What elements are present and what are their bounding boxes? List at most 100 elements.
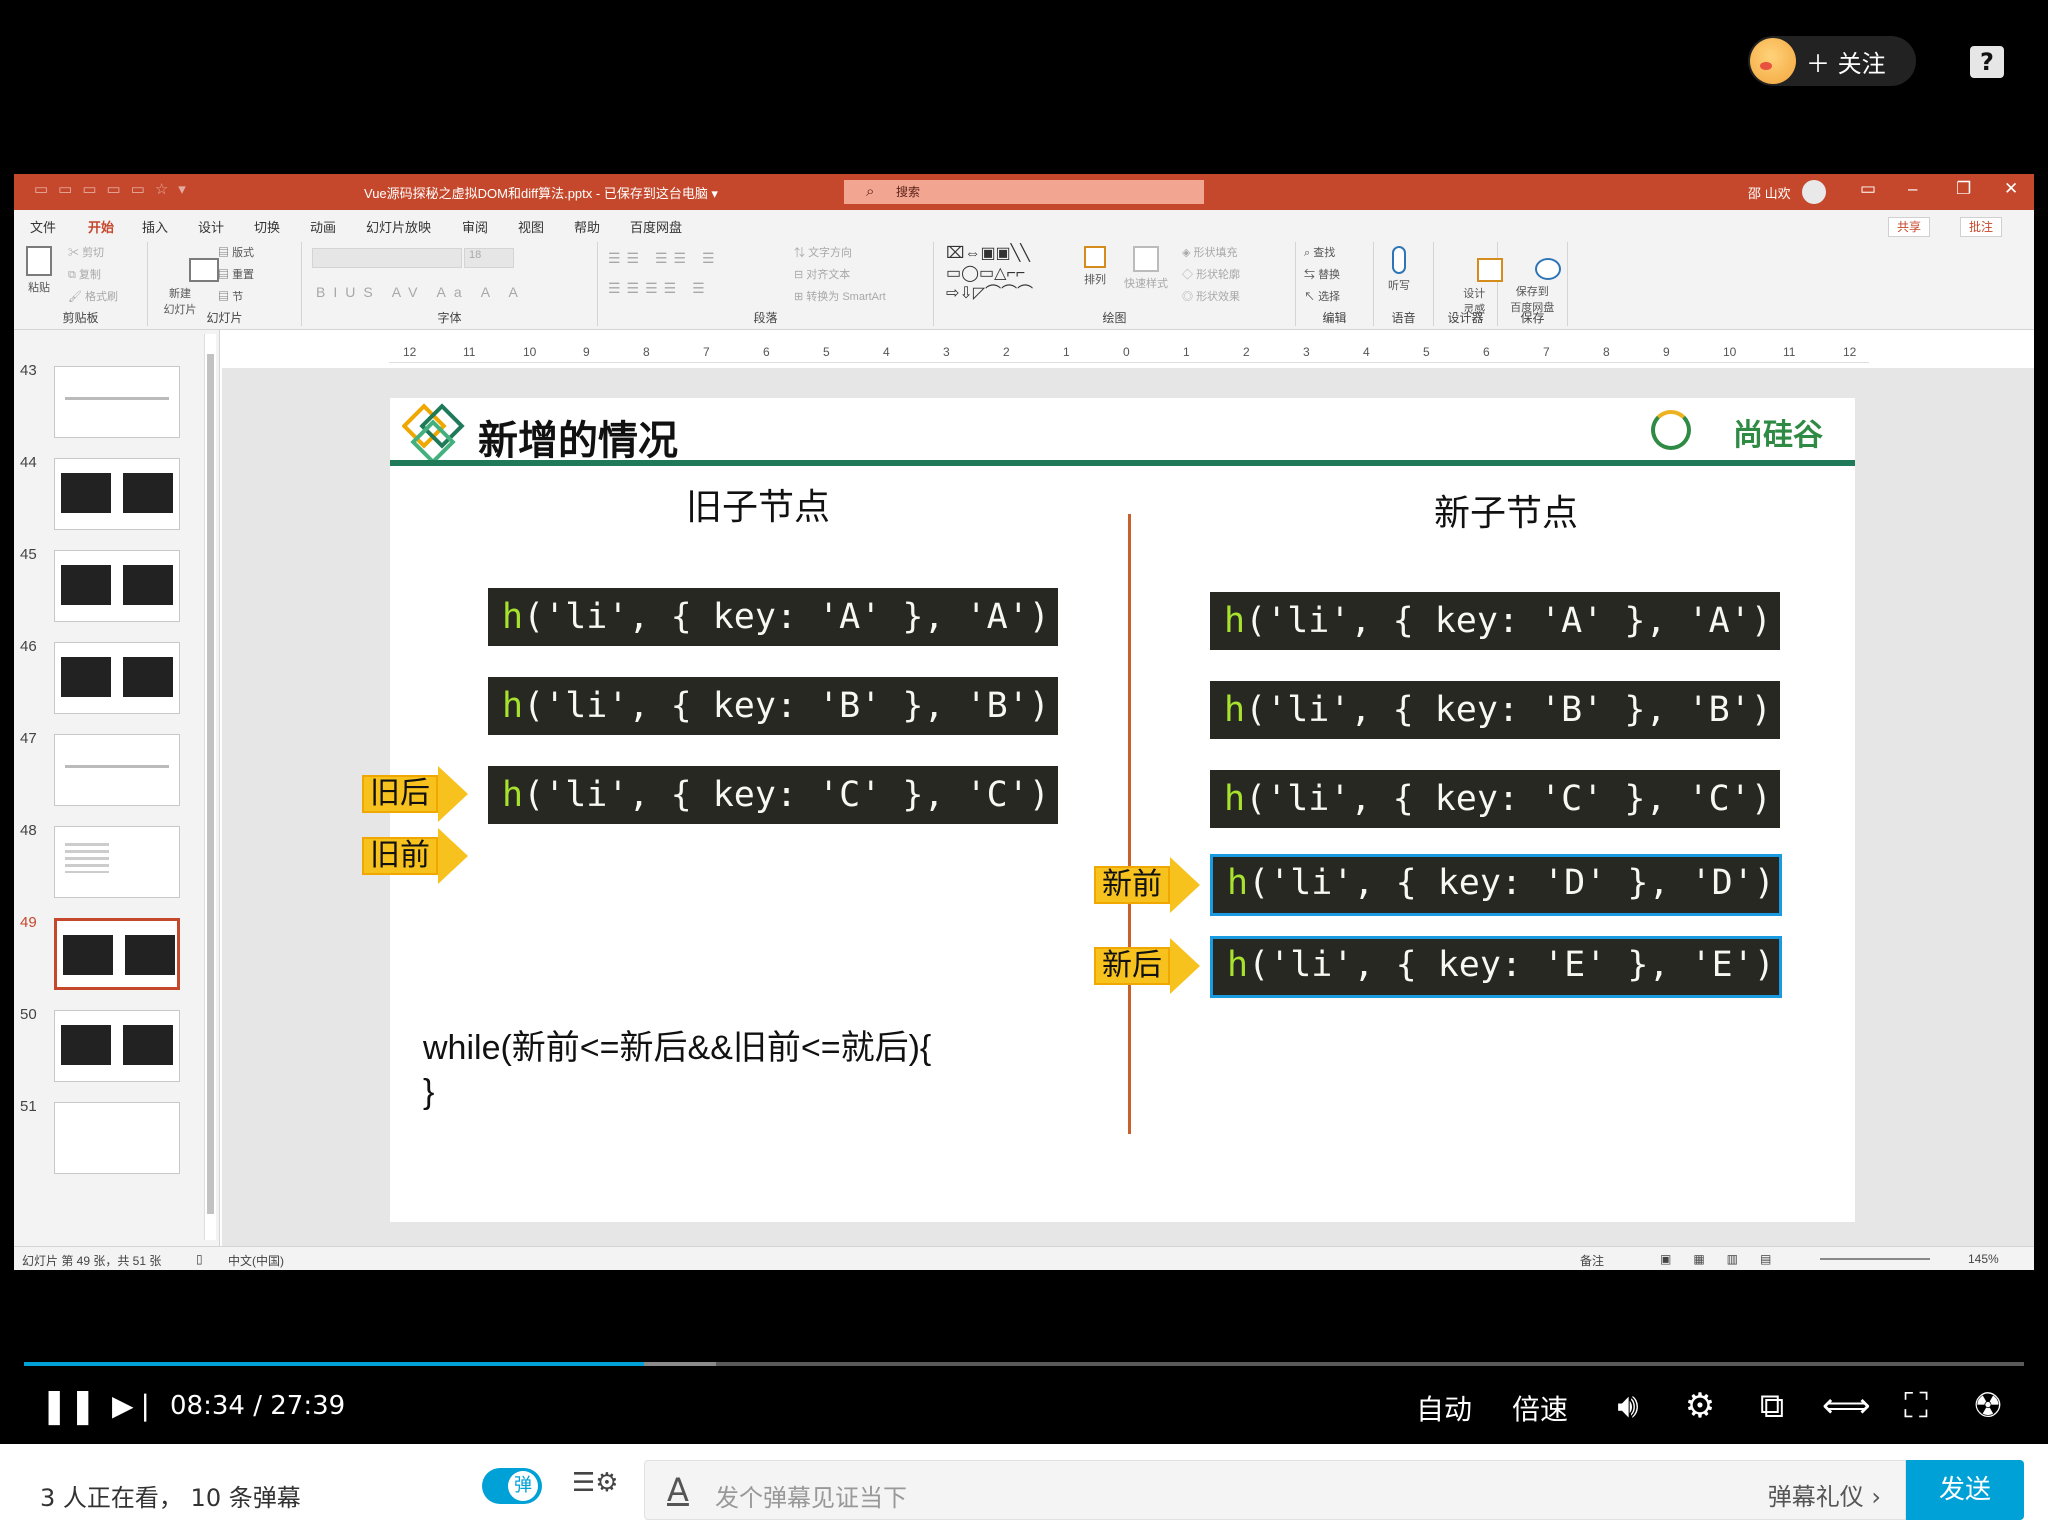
group-label-designer: 设计器 (1447, 311, 1484, 325)
follow-button[interactable]: ＋ 关注 (1748, 36, 1916, 86)
old-start-label: 旧前 (362, 837, 438, 875)
thumbnail-scroll-thumb (207, 354, 214, 1214)
wide-mode-icon[interactable]: ⟺ (1822, 1386, 1871, 1426)
font-format-icons: BIUS AV Aa A A (316, 284, 526, 300)
language: 中文(中国) (228, 1254, 284, 1268)
find-label: 查找 (1313, 247, 1336, 259)
help-icon[interactable]: ? (1970, 46, 2004, 78)
ruler-tick: 6 (763, 345, 770, 359)
code-args: ('li', { key: 'C' }, 'C') (523, 775, 1050, 815)
viewer-stats: 3 人正在看， 10 条弹幕 (40, 1478, 301, 1513)
picture-in-picture-icon[interactable]: ⧉ (1750, 1386, 1794, 1426)
danmaku-toggle[interactable]: 弹 (482, 1468, 542, 1504)
ppt-ribbon: 粘贴 ✂ 剪切 ⧉ 复制 🖌 格式刷 剪贴板 新建 幻灯片 ▤ 版式 ▤ 重置 … (14, 238, 2034, 330)
select-label: 选择 (1318, 291, 1341, 303)
align-icons: ☰☰☰☰ ☰ (608, 280, 711, 296)
arrow-head-icon (1170, 857, 1200, 913)
ppt-menubar: 文件 开始 插入 设计 切换 动画 幻灯片放映 审阅 视图 帮助 百度网盘 共享… (14, 210, 2034, 241)
slide-number: 49 (20, 914, 37, 931)
view-mode-icons: ▣▦▥▤ (1660, 1252, 1794, 1266)
replace-button: ⇆ 替换 (1304, 269, 1341, 281)
old-end-label: 旧后 (362, 775, 438, 813)
format-painter-button: 🖌 格式刷 (68, 291, 119, 303)
slide-thumbnail (54, 1102, 180, 1174)
minimize-icon: – (1908, 179, 1918, 198)
ruler-tick: 10 (1723, 345, 1737, 359)
ruler-tick: 11 (1783, 345, 1796, 359)
group-label-font: 字体 (437, 311, 462, 325)
ruler-tick: 3 (1303, 345, 1310, 359)
quick-styles-button: 快速样式 (1124, 246, 1168, 291)
brand-name: 尚硅谷 (1733, 419, 1823, 452)
menu-design: 设计 (198, 220, 225, 235)
time-display: 08:34 / 27:39 (170, 1391, 345, 1421)
group-label-drawing: 绘图 (1102, 311, 1127, 325)
danmaku-input[interactable]: A 发个弹幕见证当下 弹幕礼仪 › (644, 1460, 1906, 1520)
arrow-head-icon (438, 828, 468, 884)
ruler-tick: 7 (703, 345, 710, 359)
layout-label: 版式 (232, 247, 255, 259)
code-args: ('li', { key: 'B' }, 'B') (523, 686, 1050, 726)
text-style-icon[interactable]: A (667, 1471, 689, 1509)
section-button: ▤ 节 (218, 291, 244, 303)
section-label: 节 (232, 291, 244, 303)
notes-button: 备注 (1580, 1254, 1605, 1268)
code-fn: h (1227, 863, 1249, 903)
code-args: ('li', { key: 'D' }, 'D') (1248, 863, 1775, 903)
ruler-tick: 3 (943, 345, 950, 359)
zoom-slider (1820, 1258, 1930, 1260)
quality-button[interactable]: 自动 (1416, 1388, 1472, 1428)
ruler-tick: 4 (1363, 345, 1370, 359)
ruler-tick: 7 (1543, 345, 1550, 359)
progress-played (24, 1362, 644, 1366)
slide-thumbnail (54, 1010, 180, 1082)
slide-count: 幻灯片 第 49 张，共 51 张 (22, 1254, 162, 1268)
quick-styles-icon (1133, 246, 1159, 272)
select-button: ↖ 选择 (1304, 291, 1341, 303)
old-children-header: 旧子节点 (686, 486, 831, 527)
group-drawing: ⌧⇔▣▣╲╲ ▭◯▭△⌐⌐ ⇨⇩◸⌒⌒⌒ 排列 快速样式 ◈ 形状填充 ◇ 形状轮廓… (934, 242, 1296, 326)
paste-icon (26, 246, 52, 276)
column-divider (1128, 514, 1131, 1134)
arrange-button: 排列 (1084, 246, 1106, 287)
danmaku-etiquette-link[interactable]: 弹幕礼仪 › (1768, 1477, 1881, 1512)
thumbnail-text-preview (65, 765, 169, 768)
slide-number: 43 (20, 362, 37, 379)
align-text-label: 对齐文本 (806, 269, 851, 281)
code-args: ('li', { key: 'A' }, 'A') (523, 597, 1050, 637)
shape-outline-button: ◇ 形状轮廓 (1182, 269, 1241, 281)
menu-file: 文件 (30, 220, 57, 235)
ruler-tick: 2 (1003, 345, 1010, 359)
menu-transitions: 切换 (254, 220, 281, 235)
group-designer: 设计 灵感 设计器 (1434, 242, 1503, 326)
web-fullscreen-icon[interactable]: ⛶ (1894, 1386, 1938, 1426)
volume-icon[interactable]: 🔊︎ (1606, 1386, 1650, 1426)
cut-label: 剪切 (82, 247, 105, 259)
pause-icon[interactable]: ❚❚ (40, 1386, 97, 1426)
fullscreen-icon[interactable]: ☢ (1966, 1386, 2010, 1426)
settings-gear-icon[interactable]: ⚙ (1678, 1386, 1722, 1426)
baidu-cloud-icon (1534, 258, 1561, 280)
ruler-tick: 0 (1123, 345, 1130, 359)
code-fn: h (502, 597, 524, 637)
close-icon: ✕ (2004, 179, 2019, 198)
next-icon[interactable]: ▶❘ (112, 1386, 157, 1426)
group-editing: ⌕ 查找 ⇆ 替换 ↖ 选择 编辑 (1296, 242, 1374, 326)
group-paragraph: ☰☰ ☰☰ ☰ ☰☰☰☰ ☰ ⇅ 文字方向 ⊟ 对齐文本 ⊞ 转换为 Smart… (598, 242, 934, 326)
slide-thumbnail (54, 826, 180, 898)
arrange-icon (1084, 246, 1106, 268)
danmaku-settings-icon[interactable]: ☰⚙ (572, 1468, 619, 1504)
slide-number: 47 (20, 730, 37, 747)
slide-thumbnail (54, 918, 180, 990)
copy-button: ⧉ 复制 (68, 269, 101, 281)
group-label-clipboard: 剪贴板 (62, 311, 99, 325)
while-line-1: while(新前<=新后&&旧前<=就后){ (423, 1029, 932, 1067)
slide-thumbnail (54, 642, 180, 714)
menu-insert: 插入 (142, 220, 169, 235)
speed-button[interactable]: 倍速 (1512, 1388, 1568, 1428)
horizontal-ruler: 12 11 10 9 8 7 6 5 4 3 2 1 0 1 2 3 4 5 6 7 8 9 10 11 12 (389, 343, 1869, 363)
send-button[interactable]: 发送 (1906, 1460, 2024, 1520)
font-size-box: 18 (464, 248, 514, 268)
slide-thumbnail (54, 458, 180, 530)
shape-effects-button: ◎ 形状效果 (1182, 291, 1241, 303)
